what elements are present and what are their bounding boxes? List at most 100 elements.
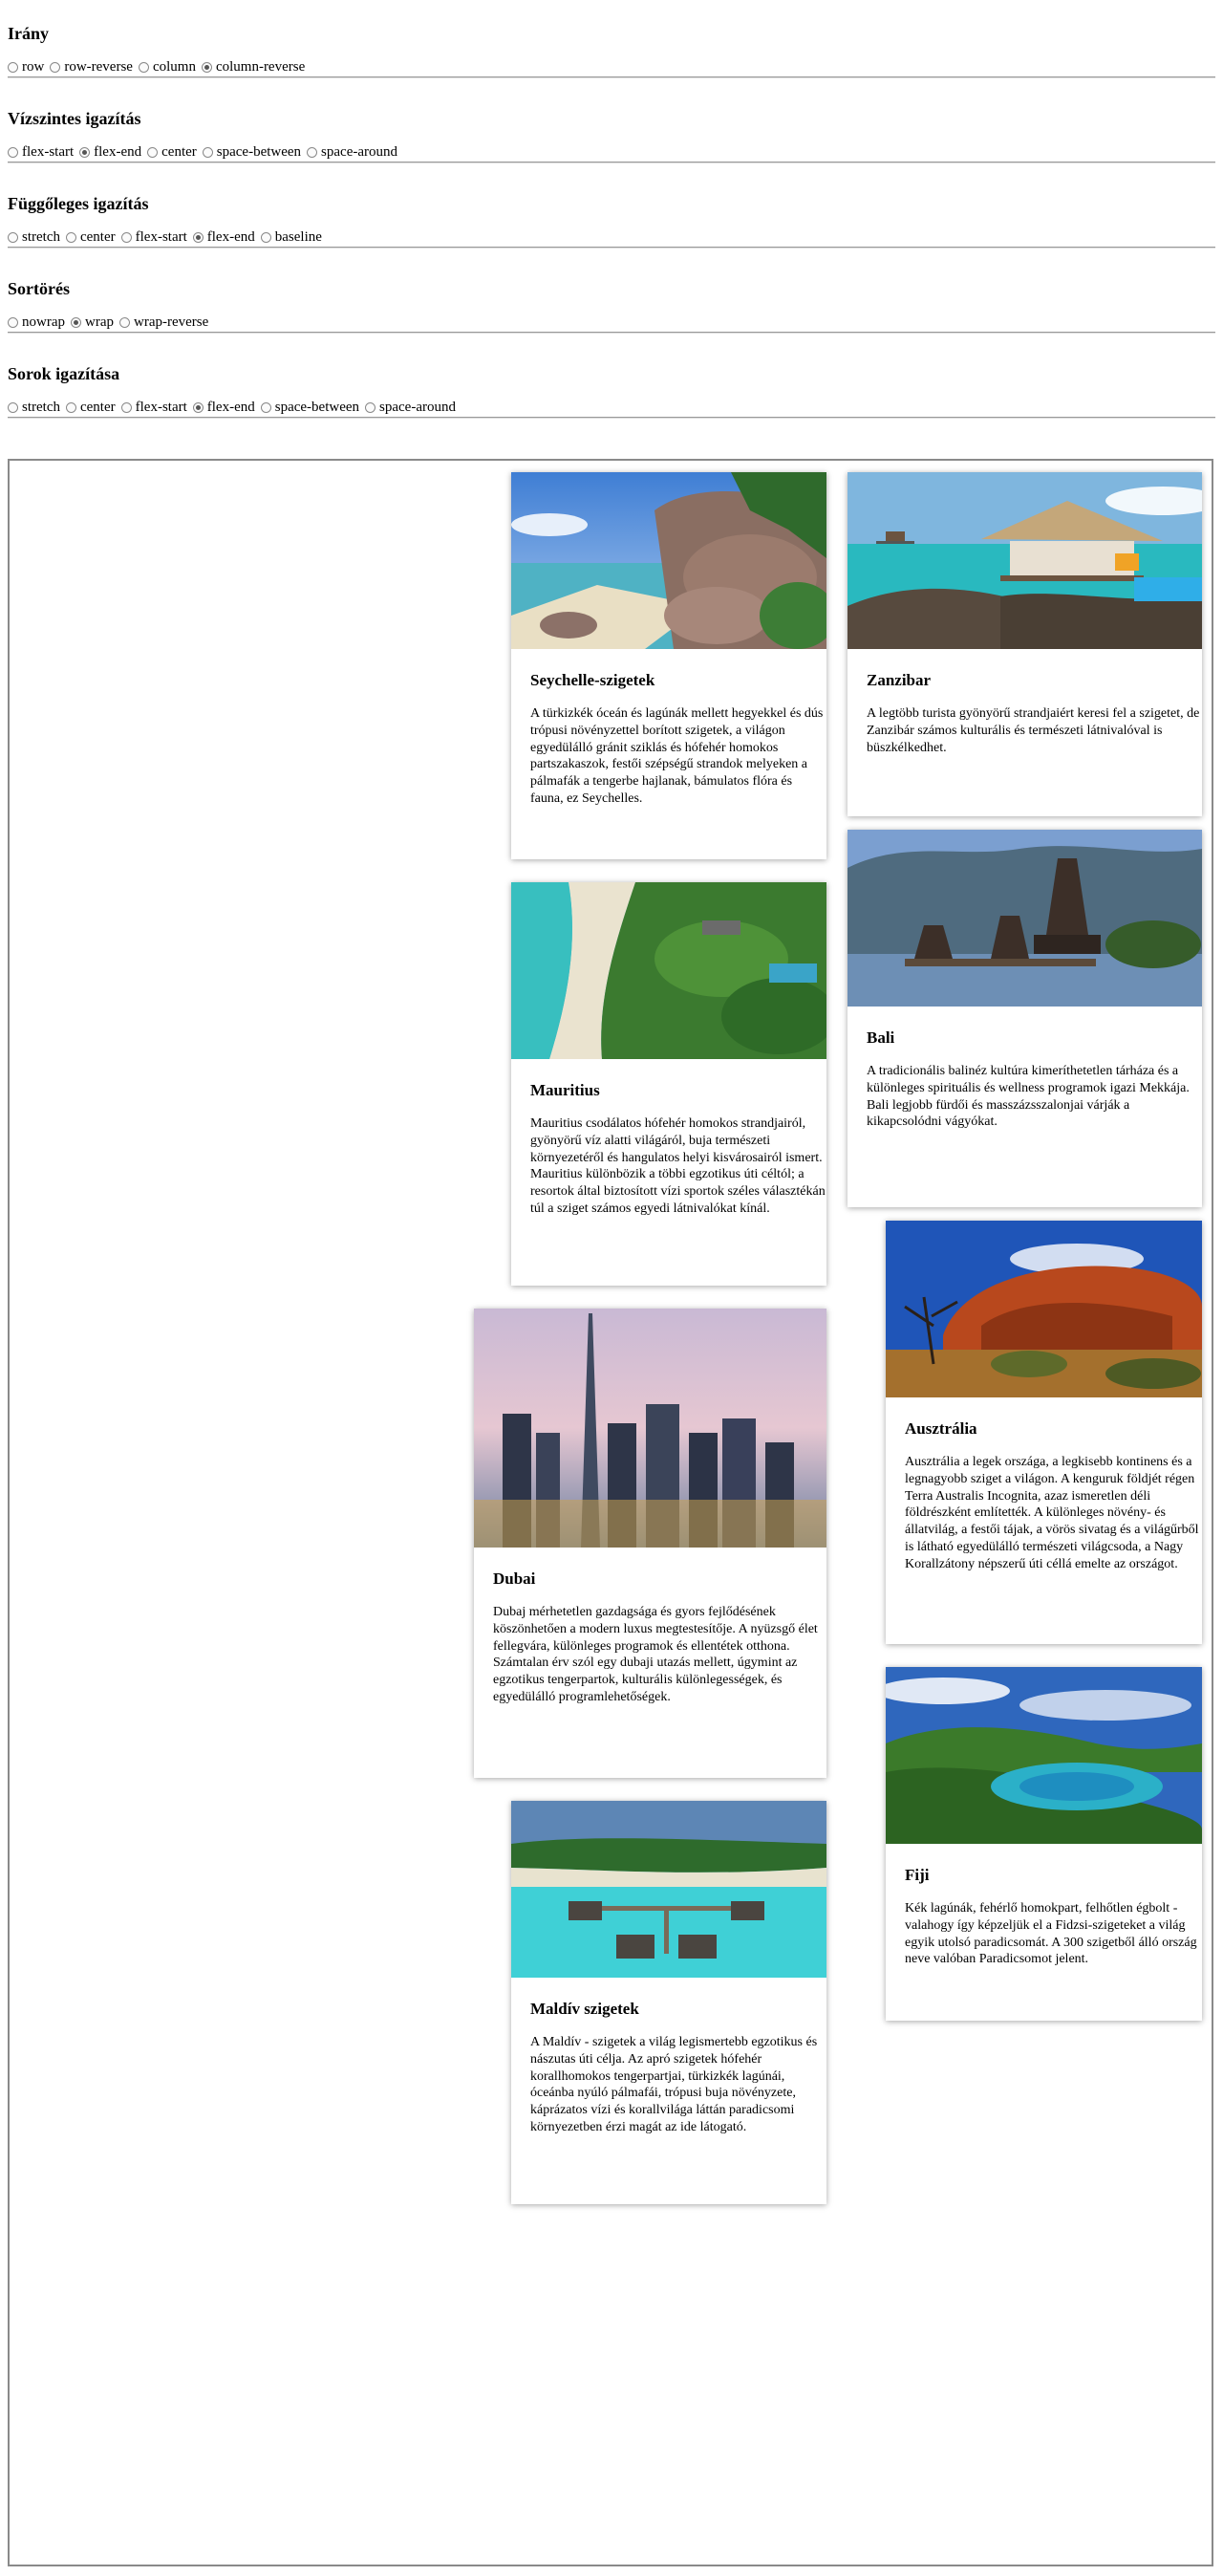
radio-button[interactable] — [260, 232, 271, 243]
section-title: Sortörés — [8, 279, 70, 298]
align-items-options: stretch center flex-start flex-end baseline — [8, 229, 328, 246]
card-image — [886, 1221, 1202, 1397]
card-title: Ausztrália — [905, 1419, 977, 1438]
card-title: Bali — [867, 1028, 895, 1047]
radio-button[interactable] — [202, 147, 213, 158]
radio-option-row-reverse[interactable]: row-reverse — [50, 59, 133, 76]
radio-option-stretch[interactable]: stretch — [8, 229, 60, 246]
radio-option-flex-end[interactable]: flex-end — [79, 144, 141, 161]
radio-button[interactable] — [8, 232, 18, 243]
radio-label: center — [79, 229, 116, 245]
radio-option-space-between[interactable]: space-between — [202, 144, 302, 161]
card-maldives: Maldív szigetek A Maldív - szigetek a vi… — [511, 1801, 826, 2204]
radio-option-space-between[interactable]: space-between — [260, 400, 359, 416]
divider — [8, 247, 1215, 249]
card-title: Seychelle-szigetek — [530, 671, 655, 689]
radio-label: column — [152, 59, 196, 75]
card-australia: Ausztrália Ausztrália a legek országa, a… — [886, 1221, 1202, 1644]
radio-label: flex-start — [135, 229, 187, 245]
radio-option-flex-start[interactable]: flex-start — [120, 229, 187, 246]
wrap-options: nowrap wrap wrap-reverse — [8, 314, 214, 331]
radio-label: wrap — [85, 314, 114, 330]
radio-option-center[interactable]: center — [147, 144, 197, 161]
radio-button[interactable] — [192, 402, 204, 413]
card-seychelles: Seychelle-szigetek A türkizkék óceán és … — [511, 472, 826, 859]
radio-button[interactable] — [65, 402, 76, 413]
radio-button[interactable] — [71, 317, 81, 328]
card-image — [511, 472, 826, 649]
card-bali: Bali A tradicionális balinéz kultúra kim… — [848, 830, 1202, 1207]
card-image — [848, 472, 1202, 649]
card-dubai: Dubai Dubaj mérhetetlen gazdagsága és gy… — [474, 1309, 826, 1778]
radio-button[interactable] — [307, 147, 318, 158]
radio-button[interactable] — [201, 62, 212, 73]
radio-button[interactable] — [120, 232, 132, 243]
radio-label: stretch — [22, 400, 60, 415]
radio-button[interactable] — [147, 147, 159, 158]
radio-option-space-around[interactable]: space-around — [307, 144, 397, 161]
radio-label: flex-end — [206, 400, 255, 415]
radio-button[interactable] — [120, 402, 132, 413]
radio-option-wrap-reverse[interactable]: wrap-reverse — [119, 314, 208, 331]
card-text: A türkizkék óceán és lagúnák mellett heg… — [530, 706, 824, 806]
radio-label: flex-start — [135, 400, 187, 415]
radio-button[interactable] — [365, 402, 376, 413]
direction-options: row row-reverse column column-reverse — [8, 59, 311, 76]
radio-button[interactable] — [8, 147, 18, 158]
radio-button[interactable] — [8, 402, 18, 413]
radio-option-space-around[interactable]: space-around — [365, 400, 456, 416]
section-title: Vízszintes igazítás — [8, 109, 141, 128]
divider — [8, 76, 1215, 78]
card-text: Kék lagúnák, fehérlő homokpart, felhőtle… — [905, 1901, 1197, 1967]
card-image — [886, 1667, 1202, 1844]
radio-option-flex-end[interactable]: flex-end — [192, 229, 255, 246]
radio-option-baseline[interactable]: baseline — [260, 229, 322, 246]
radio-button[interactable] — [8, 62, 18, 73]
radio-label: nowrap — [22, 314, 65, 330]
divider — [8, 417, 1215, 419]
radio-option-flex-start[interactable]: flex-start — [8, 144, 74, 161]
radio-button[interactable] — [119, 317, 130, 328]
section-title: Irány — [8, 24, 50, 43]
card-text: Dubaj mérhetetlen gazdagsága és gyors fe… — [493, 1605, 818, 1704]
card-image — [848, 830, 1202, 1007]
radio-button[interactable] — [192, 232, 204, 243]
radio-option-nowrap[interactable]: nowrap — [8, 314, 65, 331]
radio-option-center[interactable]: center — [65, 400, 116, 416]
radio-option-flex-start[interactable]: flex-start — [120, 400, 187, 416]
radio-label: row — [22, 59, 45, 75]
radio-label: flex-end — [206, 229, 255, 245]
radio-button[interactable] — [79, 147, 91, 158]
radio-label: space-around — [379, 400, 456, 415]
divider — [8, 162, 1215, 163]
card-title: Maldív szigetek — [530, 2000, 639, 2018]
radio-button[interactable] — [8, 317, 18, 328]
radio-option-row[interactable]: row — [8, 59, 44, 76]
radio-button[interactable] — [138, 62, 149, 73]
radio-button[interactable] — [65, 232, 76, 243]
radio-label: space-between — [216, 144, 302, 160]
card-text: A legtöbb turista gyönyörű strandjaiért … — [867, 706, 1200, 755]
radio-option-wrap[interactable]: wrap — [71, 314, 114, 331]
radio-option-center[interactable]: center — [65, 229, 116, 246]
radio-option-column[interactable]: column — [138, 59, 196, 76]
radio-label: wrap-reverse — [134, 314, 209, 330]
radio-label: baseline — [274, 229, 322, 245]
radio-button[interactable] — [260, 402, 271, 413]
card-title: Fiji — [905, 1866, 930, 1884]
radio-button[interactable] — [50, 62, 61, 73]
divider — [8, 332, 1215, 334]
flex-container: Seychelle-szigetek A türkizkék óceán és … — [8, 459, 1213, 2566]
radio-option-column-reverse[interactable]: column-reverse — [201, 59, 306, 76]
card-text: Mauritius csodálatos hófehér homokos str… — [530, 1116, 826, 1216]
radio-label: stretch — [22, 229, 60, 245]
radio-option-stretch[interactable]: stretch — [8, 400, 60, 416]
card-zanzibar: Zanzibar A legtöbb turista gyönyörű stra… — [848, 472, 1202, 816]
card-fiji: Fiji Kék lagúnák, fehérlő homokpart, fel… — [886, 1667, 1202, 2021]
card-title: Dubai — [493, 1569, 536, 1588]
card-image — [511, 882, 826, 1059]
radio-label: column-reverse — [215, 59, 306, 75]
radio-option-flex-end[interactable]: flex-end — [192, 400, 255, 416]
section-title: Sorok igazítása — [8, 364, 120, 383]
radio-label: row-reverse — [64, 59, 133, 75]
